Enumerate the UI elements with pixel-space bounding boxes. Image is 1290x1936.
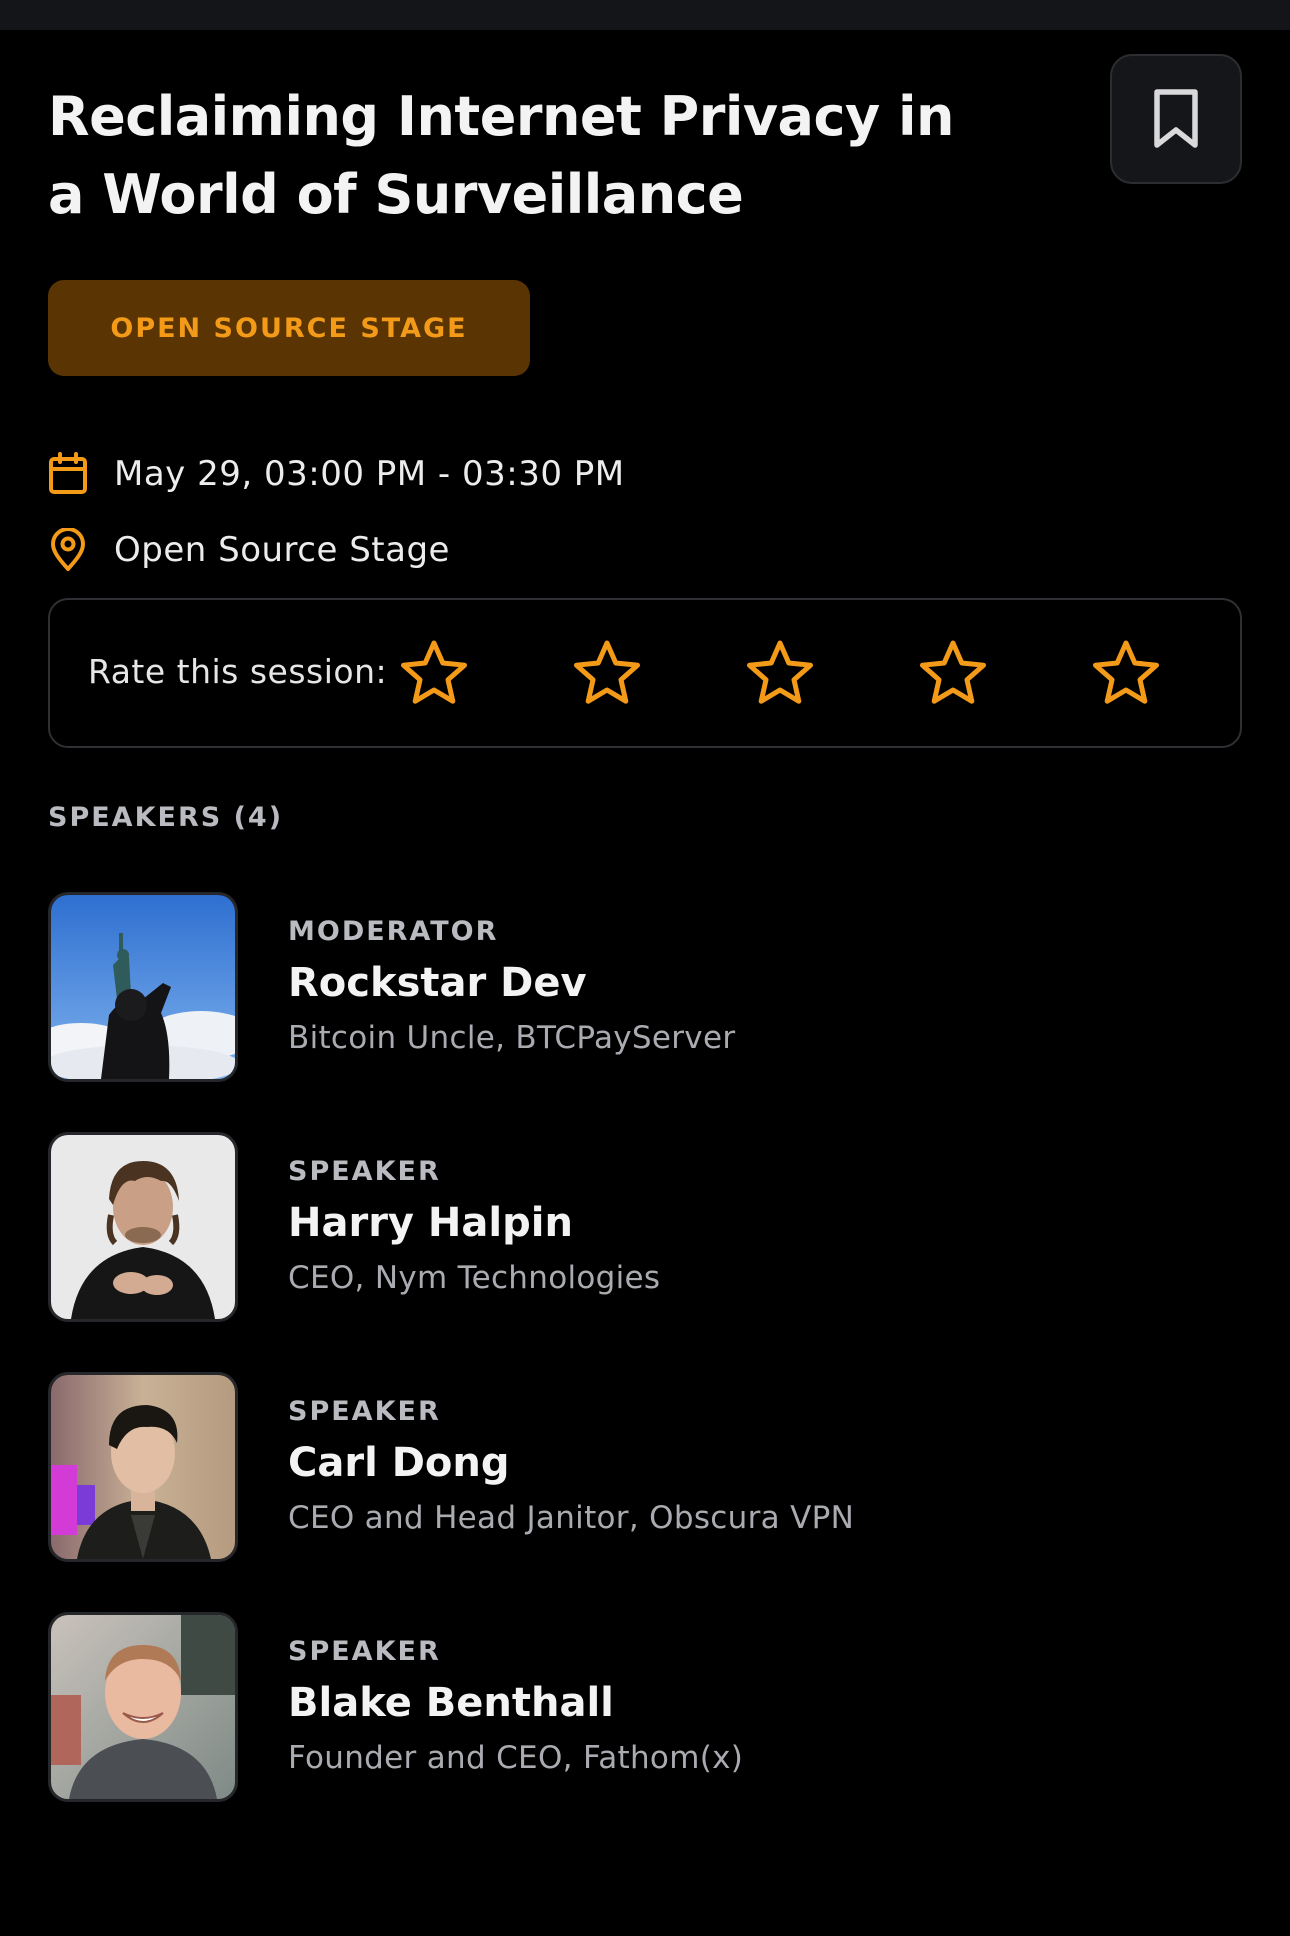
avatar-photo-harry (51, 1135, 235, 1319)
session-location-row: Open Source Stage (48, 526, 450, 574)
session-title: Reclaiming Internet Privacy in a World o… (48, 85, 954, 226)
speaker-organization: Founder and CEO, Fathom(x) (288, 1740, 744, 1776)
speaker-avatar (48, 1132, 238, 1322)
avatar-photo-carl (51, 1375, 235, 1559)
top-status-strip (0, 0, 1290, 30)
speaker-card-rockstar-dev[interactable]: MODERATOR Rockstar Dev Bitcoin Uncle, BT… (48, 892, 1242, 1084)
star-outline-icon (747, 640, 813, 704)
speaker-card-carl-dong[interactable]: SPEAKER Carl Dong CEO and Head Janitor, … (48, 1372, 1242, 1564)
map-pin-icon (48, 528, 88, 572)
rating-star-3[interactable] (744, 638, 816, 710)
speaker-avatar (48, 1372, 238, 1562)
avatar-photo-blake (51, 1615, 235, 1799)
speaker-card-blake-benthall[interactable]: SPEAKER Blake Benthall Founder and CEO, … (48, 1612, 1242, 1804)
speaker-organization: Bitcoin Uncle, BTCPayServer (288, 1020, 736, 1056)
rating-star-5[interactable] (1090, 638, 1162, 710)
session-datetime-row: May 29, 03:00 PM - 03:30 PM (48, 450, 625, 498)
speaker-avatar (48, 1612, 238, 1802)
speaker-organization: CEO, Nym Technologies (288, 1260, 661, 1296)
rating-panel: Rate this session: (48, 598, 1242, 748)
speaker-name: Carl Dong (288, 1440, 510, 1486)
speaker-role: SPEAKER (288, 1156, 441, 1187)
speaker-organization: CEO and Head Janitor, Obscura VPN (288, 1500, 855, 1536)
star-outline-icon (920, 640, 986, 704)
star-outline-icon (401, 640, 467, 704)
speaker-name: Rockstar Dev (288, 960, 587, 1006)
star-outline-icon (574, 640, 640, 704)
speakers-heading: SPEAKERS (4) (48, 802, 284, 833)
track-badge-label: OPEN SOURCE STAGE (110, 312, 468, 344)
session-location: Open Source Stage (114, 530, 450, 570)
rating-label: Rate this session: (88, 652, 388, 691)
avatar-photo-statue (51, 895, 235, 1079)
speaker-card-harry-halpin[interactable]: SPEAKER Harry Halpin CEO, Nym Technologi… (48, 1132, 1242, 1324)
speaker-name: Blake Benthall (288, 1680, 614, 1726)
track-badge[interactable]: OPEN SOURCE STAGE (48, 280, 530, 376)
bookmark-icon (1154, 89, 1198, 148)
calendar-icon (48, 452, 88, 496)
rating-star-4[interactable] (917, 638, 989, 710)
speaker-role: SPEAKER (288, 1636, 441, 1667)
rating-star-1[interactable] (398, 638, 470, 710)
speaker-role: MODERATOR (288, 916, 499, 947)
bookmark-button[interactable] (1110, 54, 1242, 184)
speaker-avatar (48, 892, 238, 1082)
session-datetime: May 29, 03:00 PM - 03:30 PM (114, 454, 625, 494)
speaker-name: Harry Halpin (288, 1200, 573, 1246)
speaker-role: SPEAKER (288, 1396, 441, 1427)
star-outline-icon (1093, 640, 1159, 704)
rating-star-2[interactable] (571, 638, 643, 710)
